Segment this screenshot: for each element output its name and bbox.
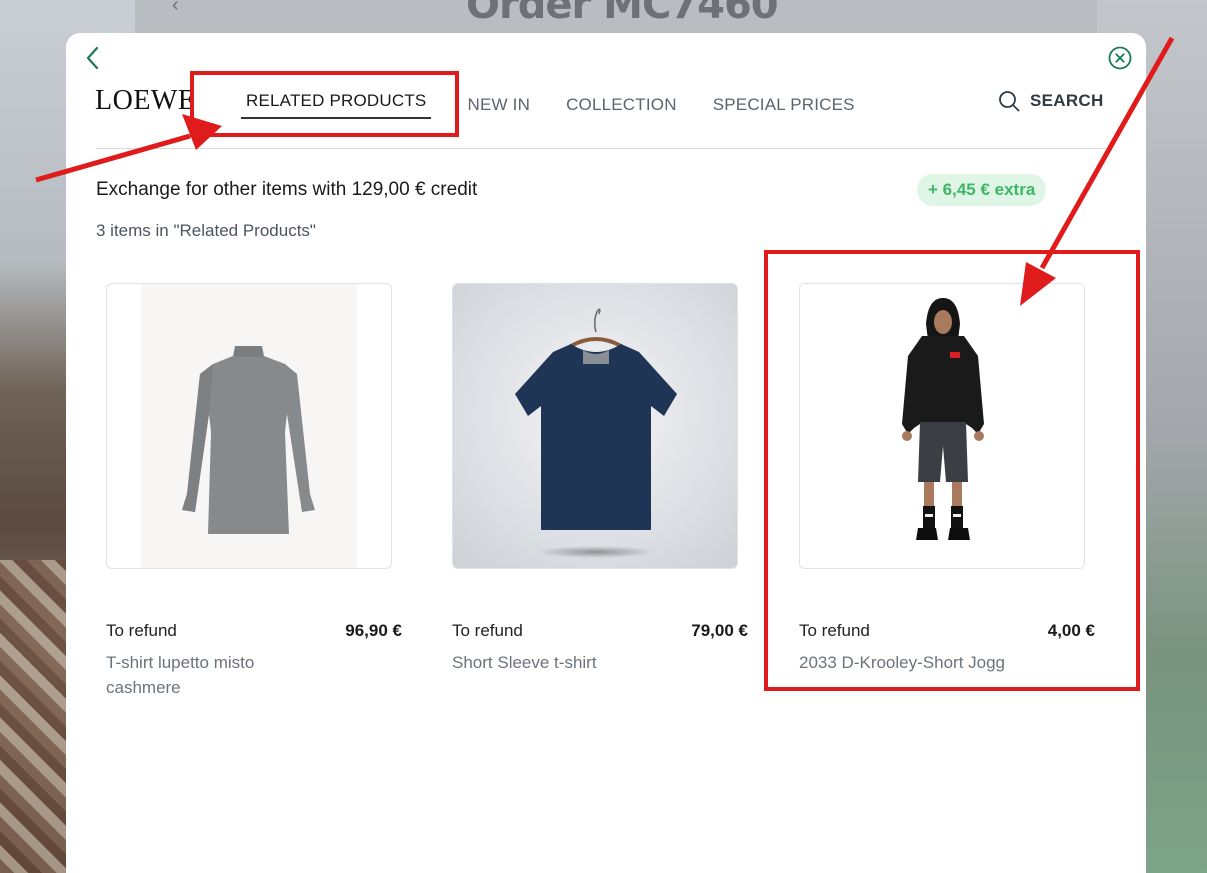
annotation-highlight-product — [764, 250, 1140, 691]
close-button[interactable] — [1108, 46, 1132, 70]
product-name[interactable]: T-shirt lupetto misto cashmere — [106, 650, 306, 700]
background-order-title: Order MC7460 — [466, 0, 779, 28]
background-knit-pattern — [0, 560, 70, 873]
product-price: 79,00 € — [691, 621, 748, 640]
product-image[interactable] — [452, 283, 738, 569]
product-name[interactable]: Short Sleeve t-shirt — [452, 650, 652, 675]
search-button[interactable]: SEARCH — [998, 90, 1104, 112]
refund-label: To refund — [106, 621, 177, 640]
brand-logo[interactable]: LOEWE — [95, 85, 195, 117]
annotation-highlight-tab — [190, 71, 459, 137]
close-circle-icon — [1108, 46, 1132, 70]
search-icon — [999, 91, 1020, 112]
refund-label: To refund — [452, 621, 523, 640]
tab-collection[interactable]: COLLECTION — [566, 95, 677, 115]
extra-cost-badge: + 6,45 € extra — [917, 174, 1047, 206]
items-count: 3 items in "Related Products" — [96, 221, 316, 240]
product-card[interactable]: To refund 79,00 € Short Sleeve t-shirt — [452, 283, 748, 675]
product-card[interactable]: To refund 96,90 € T-shirt lupetto misto … — [106, 283, 402, 700]
product-price-row: To refund 79,00 € — [452, 621, 748, 641]
exchange-heading: Exchange for other items with 129,00 € c… — [96, 179, 478, 200]
navy-tshirt-image — [453, 284, 737, 568]
product-image[interactable] — [106, 283, 392, 569]
chevron-left-icon — [86, 46, 99, 70]
product-price: 96,90 € — [345, 621, 402, 640]
back-button[interactable] — [82, 45, 104, 71]
tab-special-prices[interactable]: SPECIAL PRICES — [713, 95, 855, 115]
product-price-row: To refund 96,90 € — [106, 621, 402, 641]
background-back-icon: ‹ — [172, 0, 179, 16]
search-label: SEARCH — [1030, 91, 1104, 110]
header-divider — [96, 148, 1106, 149]
tab-new-in[interactable]: NEW IN — [467, 95, 530, 115]
grey-turtleneck-image — [141, 284, 357, 568]
